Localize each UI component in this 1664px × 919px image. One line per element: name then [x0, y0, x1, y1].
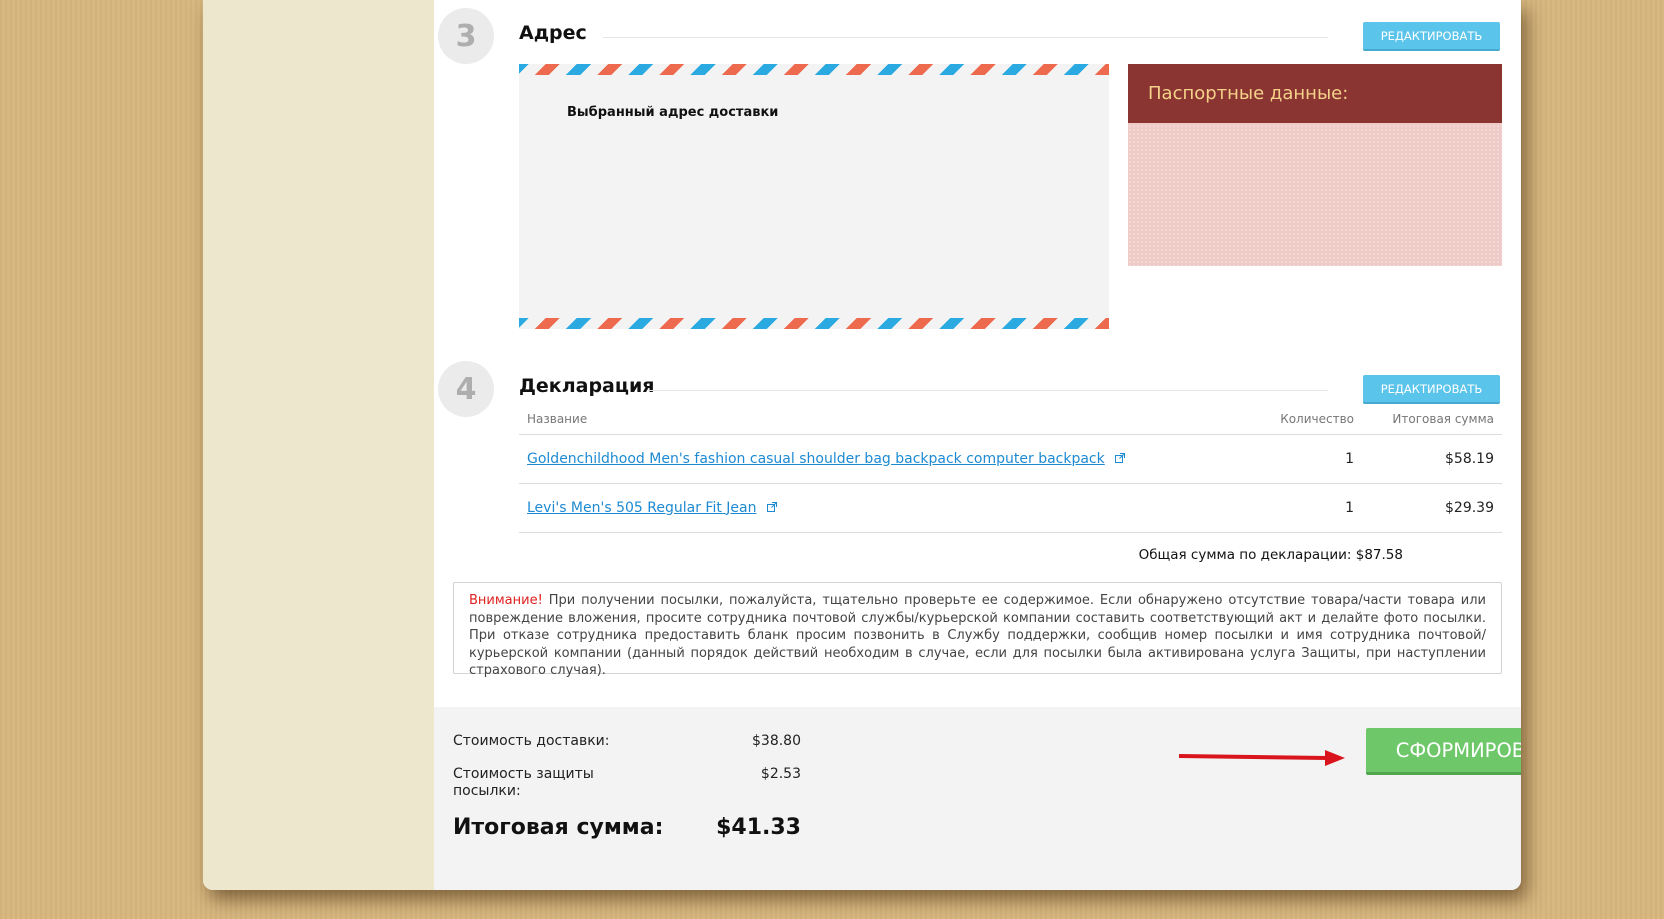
- external-link-icon[interactable]: [766, 500, 777, 516]
- section-divider: [603, 37, 1328, 38]
- item-link[interactable]: Levi's Men's 505 Regular Fit Jean: [527, 500, 756, 516]
- protection-cost-value: $2.53: [760, 766, 801, 782]
- table-header-row: Название Количество Итоговая сумма: [519, 404, 1502, 435]
- edit-declaration-button[interactable]: РЕДАКТИРОВАТЬ: [1363, 375, 1500, 404]
- declaration-table: Название Количество Итоговая сумма Golde…: [519, 404, 1502, 533]
- item-name-cell: Goldenchildhood Men's fashion casual sho…: [519, 434, 1242, 484]
- selected-address-label: Выбранный адрес доставки: [567, 105, 779, 120]
- address-envelope: Выбранный адрес доставки: [519, 64, 1109, 329]
- warning-box: Внимание! При получении посылки, пожалуй…: [453, 582, 1502, 678]
- step-number-3: 3: [438, 8, 494, 64]
- item-link[interactable]: Goldenchildhood Men's fashion casual sho…: [527, 451, 1105, 467]
- item-name-cell: Levi's Men's 505 Regular Fit Jean: [519, 483, 1242, 533]
- external-link-icon[interactable]: [1115, 451, 1126, 467]
- table-row: Goldenchildhood Men's fashion casual sho…: [519, 434, 1502, 484]
- column-header-name: Название: [519, 404, 1242, 435]
- column-header-quantity: Количество: [1242, 404, 1362, 435]
- column-header-total: Итоговая сумма: [1362, 404, 1502, 435]
- protection-cost-label: Стоимость защиты посылки:: [453, 766, 594, 799]
- warning-text: При получении посылки, пожалуйста, тщате…: [469, 593, 1486, 678]
- section-divider: [648, 390, 1328, 391]
- create-parcel-button[interactable]: СФОРМИРОВАТЬ ПОСЫЛКУ: [1366, 728, 1521, 775]
- passport-panel: Паспортные данные:: [1128, 64, 1502, 266]
- address-section-title: Адрес: [519, 22, 587, 44]
- passport-title: Паспортные данные:: [1128, 64, 1502, 123]
- right-arrow-icon: [1178, 750, 1345, 766]
- edit-address-button[interactable]: РЕДАКТИРОВАТЬ: [1363, 22, 1500, 51]
- checkout-card: 3 Адрес РЕДАКТИРОВАТЬ Выбранный адрес до…: [203, 0, 1521, 890]
- table-row: Levi's Men's 505 Regular Fit Jean 1 $29.…: [519, 483, 1502, 533]
- left-sidebar: [203, 0, 434, 890]
- step-number-4: 4: [438, 361, 494, 417]
- total-value: $41.33: [716, 815, 801, 840]
- total-label: Итоговая сумма:: [453, 815, 664, 840]
- airmail-border-top: [519, 64, 1109, 75]
- item-total: $29.39: [1362, 483, 1502, 533]
- declaration-section-title: Декларация: [519, 375, 655, 397]
- item-total: $58.19: [1362, 434, 1502, 484]
- airmail-border-bottom: [519, 318, 1109, 329]
- item-quantity: 1: [1242, 434, 1362, 484]
- declaration-total: Общая сумма по декларации: $87.58: [1138, 547, 1403, 563]
- delivery-cost-value: $38.80: [752, 733, 801, 749]
- order-summary: Стоимость доставки: $38.80 Стоимость защ…: [434, 707, 1521, 890]
- item-quantity: 1: [1242, 483, 1362, 533]
- warning-label: Внимание!: [469, 593, 543, 608]
- delivery-cost-label: Стоимость доставки:: [453, 733, 610, 749]
